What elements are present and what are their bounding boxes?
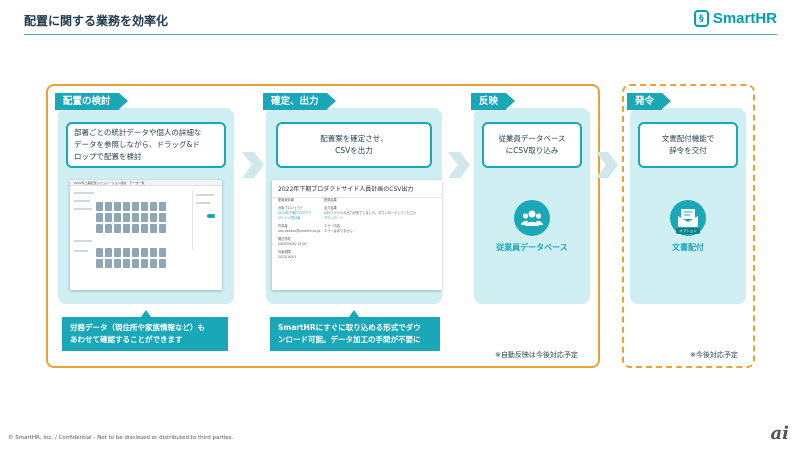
field-value: xxx.xxxxxx@smarthr.co.jp	[278, 229, 321, 233]
toggle-switch	[207, 214, 215, 218]
field-value: 2022/10/01	[278, 255, 297, 259]
future-support-note: ※今後対応予定	[690, 351, 738, 359]
stage-callout-issue: 文書配付機能で 辞令を交付	[638, 122, 738, 168]
field-value: サイド人員計画	[278, 216, 301, 220]
screenshot-line	[74, 192, 94, 194]
screenshot-line	[74, 208, 92, 210]
csv-result-column: 配置結果 出力結果 CSVファイルの出力が完了しました。ダウンロードしてください…	[324, 198, 434, 234]
smarthr-logo-icon: §	[693, 10, 709, 27]
screenshot-line	[74, 250, 88, 252]
download-link[interactable]: ダウンロード	[324, 216, 434, 221]
stage-label-reflect: 反映	[471, 93, 516, 110]
employee-database-icon	[514, 200, 550, 236]
copyright-text: © SmartHR, Inc. / Confidential - Not to …	[8, 435, 234, 441]
screenshot-line	[74, 240, 92, 242]
csv-info-column: 配置案情報 対象プロジェクト 2022年下期プロダクト サイド人員計画 作成者 …	[278, 198, 320, 260]
page-title: 配置に関する業務を効率化	[24, 14, 169, 28]
screenshot-line	[196, 202, 210, 204]
screenshot-line	[74, 200, 90, 202]
title-divider	[24, 34, 777, 35]
employee-database-caption: 従業員データベース	[496, 243, 568, 252]
document-delivery-caption: 文書配付	[672, 243, 704, 252]
detail-sidebar	[192, 190, 218, 250]
stage-callout-confirm: 配置案を確定させ、 CSVを出力	[276, 122, 432, 168]
stage-callout-reflect: 従業員データベース にCSV取り込み	[482, 122, 582, 168]
stage-label-confirm: 確定、出力	[263, 93, 335, 110]
logo-text: SmartHR	[712, 10, 777, 27]
note-pointer	[141, 310, 151, 317]
stage-note-placement: 労務データ（現住所や家族情報など）も あわせて確認することができます	[62, 317, 228, 351]
member-avatar-grid	[96, 202, 166, 233]
field-value: 2022/09/20 15:00	[278, 242, 307, 246]
stage-label-issue: 発令	[627, 93, 672, 110]
stage-note-confirm: SmartHRにすぐに取り込める形式でダウ ンロード可能。データ加工の手間が不要…	[270, 317, 440, 351]
column-header: 配置案情報	[278, 198, 294, 202]
option-badge: オプション	[676, 228, 700, 234]
placement-screenshot-title: 2022年上期配置シミュレーション検討 データ一覧	[70, 180, 222, 186]
stage-callout-placement: 部署ごとの統計データや個人の詳細な データを参照しながら、ドラッグ&ド ロップで…	[66, 122, 226, 168]
smarthr-logo: § SmartHR	[693, 10, 777, 27]
placement-screenshot: 2022年上期配置シミュレーション検討 データ一覧	[70, 180, 222, 290]
field-value: エラーはありません	[324, 229, 353, 233]
screenshot-line	[196, 194, 214, 196]
auto-reflect-note: ※自動反映は今後対応予定	[495, 351, 578, 359]
member-avatar-grid	[96, 248, 166, 268]
stage-label-placement: 配置の検討	[55, 93, 127, 110]
csv-export-screenshot: 2022年下期プロダクトサイド人員計画のCSV出力 配置案情報 対象プロジェクト…	[272, 180, 442, 290]
csv-export-title: 2022年下期プロダクトサイド人員計画のCSV出力	[272, 180, 442, 198]
column-header: 配置結果	[324, 198, 337, 202]
note-pointer	[349, 310, 359, 317]
site-watermark: ai	[770, 423, 789, 444]
